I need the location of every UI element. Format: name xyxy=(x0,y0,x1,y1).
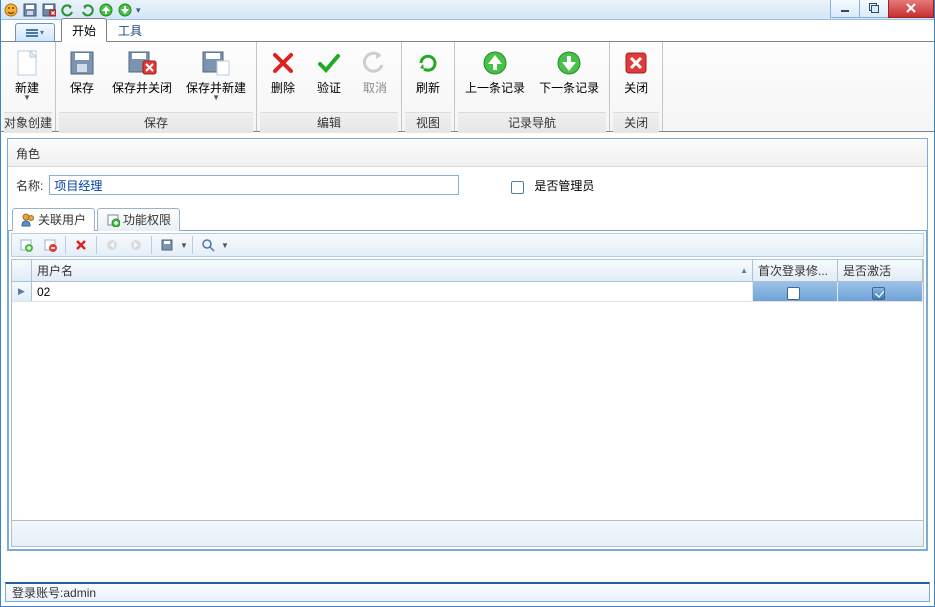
save-button[interactable]: 保存 xyxy=(59,44,105,112)
group-edit-label: 编辑 xyxy=(260,112,398,133)
group-view-label: 视图 xyxy=(405,112,451,133)
save-label: 保存 xyxy=(70,81,94,95)
dropdown-icon: ▼ xyxy=(212,93,220,102)
is-admin-checkbox[interactable] xyxy=(511,181,524,194)
toolbar-prev-button[interactable] xyxy=(101,235,123,255)
cell-first-login[interactable] xyxy=(753,282,838,301)
save-close-icon xyxy=(126,47,158,79)
validate-button[interactable]: 验证 xyxy=(306,44,352,112)
users-icon xyxy=(21,213,35,227)
related-users-panel: ▼ ▼ 用户名 ▲ 首次登录修... 是否激活 xyxy=(8,230,927,550)
qat-save-icon[interactable] xyxy=(22,2,38,18)
prev-record-button[interactable]: 上一条记录 xyxy=(458,44,532,112)
ribbon-tab-strip: ▾ 开始 工具 xyxy=(1,20,934,42)
col-first-login[interactable]: 首次登录修... xyxy=(753,260,838,281)
save-close-button[interactable]: 保存并关闭 xyxy=(105,44,179,112)
group-save-label: 保存 xyxy=(59,112,253,133)
app-icon xyxy=(3,2,19,18)
validate-label: 验证 xyxy=(317,81,341,95)
tab-tools[interactable]: 工具 xyxy=(107,18,153,42)
grid-footer xyxy=(12,520,923,546)
col-username[interactable]: 用户名 ▲ xyxy=(32,260,753,281)
status-bar: 登录账号: admin xyxy=(5,582,930,602)
toolbar-delete-button[interactable] xyxy=(70,235,92,255)
up-arrow-icon xyxy=(479,47,511,79)
save-icon xyxy=(66,47,98,79)
status-account-label: 登录账号: xyxy=(12,584,63,601)
cell-username[interactable]: 02 xyxy=(32,282,753,301)
group-create-label: 对象创建 xyxy=(4,112,52,133)
dropdown-icon: ▼ xyxy=(23,93,31,102)
refresh-label: 刷新 xyxy=(416,81,440,95)
ribbon: 新建 ▼ 对象创建 保存 保存并关闭 保存并新建 ▼ xyxy=(1,42,934,132)
next-label: 下一条记录 xyxy=(539,81,599,95)
refresh-icon xyxy=(412,47,444,79)
down-arrow-icon xyxy=(553,47,585,79)
col-username-label: 用户名 xyxy=(37,262,73,279)
name-label: 名称: xyxy=(16,177,43,194)
qat-customize-icon[interactable]: ▾ xyxy=(136,5,146,16)
toolbar-add-button[interactable] xyxy=(15,235,37,255)
new-icon xyxy=(11,47,43,79)
table-row[interactable]: ▶ 02 xyxy=(12,282,923,302)
check-icon xyxy=(313,47,345,79)
cancel-label: 取消 xyxy=(363,81,387,95)
group-nav-label: 记录导航 xyxy=(458,112,606,133)
col-is-active[interactable]: 是否激活 xyxy=(838,260,923,281)
new-button[interactable]: 新建 ▼ xyxy=(4,44,50,112)
toolbar-next-button[interactable] xyxy=(125,235,147,255)
refresh-button[interactable]: 刷新 xyxy=(405,44,451,112)
qat-save-close-icon[interactable] xyxy=(41,2,57,18)
close-icon xyxy=(620,47,652,79)
is-admin-label: 是否管理员 xyxy=(534,177,594,194)
users-grid: 用户名 ▲ 首次登录修... 是否激活 ▶ 02 xyxy=(11,259,924,547)
permissions-icon xyxy=(106,213,120,227)
undo-icon xyxy=(359,47,391,79)
save-close-label: 保存并关闭 xyxy=(112,81,172,95)
minimize-button[interactable] xyxy=(830,0,860,18)
save-new-icon xyxy=(200,47,232,79)
next-record-button[interactable]: 下一条记录 xyxy=(532,44,606,112)
tab-permissions[interactable]: 功能权限 xyxy=(97,208,180,231)
toolbar-export-dropdown[interactable]: ▼ xyxy=(180,241,188,250)
toolbar-search-button[interactable] xyxy=(197,235,219,255)
row-indicator-icon: ▶ xyxy=(12,282,32,301)
role-panel: 角色 名称: 是否管理员 关联用户 功能权限 xyxy=(7,138,928,551)
status-account-value: admin xyxy=(63,586,96,600)
app-menu-button[interactable]: ▾ xyxy=(15,23,55,42)
grid-corner[interactable] xyxy=(12,260,32,281)
close-label: 关闭 xyxy=(624,81,648,95)
grid-toolbar: ▼ ▼ xyxy=(11,233,924,257)
tab-related-users-label: 关联用户 xyxy=(38,211,86,228)
tab-start[interactable]: 开始 xyxy=(61,18,107,42)
prev-label: 上一条记录 xyxy=(465,81,525,95)
toolbar-search-dropdown[interactable]: ▼ xyxy=(221,241,229,250)
delete-button[interactable]: 删除 xyxy=(260,44,306,112)
title-bar: ▾ xyxy=(1,0,934,20)
first-login-checkbox[interactable] xyxy=(787,287,800,300)
qat-undo-icon[interactable] xyxy=(60,2,76,18)
tab-permissions-label: 功能权限 xyxy=(123,211,171,228)
cell-is-active[interactable] xyxy=(838,282,923,301)
toolbar-remove-button[interactable] xyxy=(39,235,61,255)
cancel-button[interactable]: 取消 xyxy=(352,44,398,112)
name-input[interactable] xyxy=(49,175,459,195)
panel-title: 角色 xyxy=(8,139,927,167)
delete-label: 删除 xyxy=(271,81,295,95)
is-active-checkbox[interactable] xyxy=(872,287,885,300)
qat-redo-icon[interactable] xyxy=(79,2,95,18)
qat-down-icon[interactable] xyxy=(117,2,133,18)
close-button[interactable]: 关闭 xyxy=(613,44,659,112)
window-close-button[interactable] xyxy=(888,0,934,18)
qat-up-icon[interactable] xyxy=(98,2,114,18)
sort-asc-icon: ▲ xyxy=(740,266,748,275)
group-close-label: 关闭 xyxy=(613,112,659,133)
toolbar-export-button[interactable] xyxy=(156,235,178,255)
maximize-button[interactable] xyxy=(859,0,889,18)
delete-icon xyxy=(267,47,299,79)
save-new-button[interactable]: 保存并新建 ▼ xyxy=(179,44,253,112)
tab-related-users[interactable]: 关联用户 xyxy=(12,208,95,231)
